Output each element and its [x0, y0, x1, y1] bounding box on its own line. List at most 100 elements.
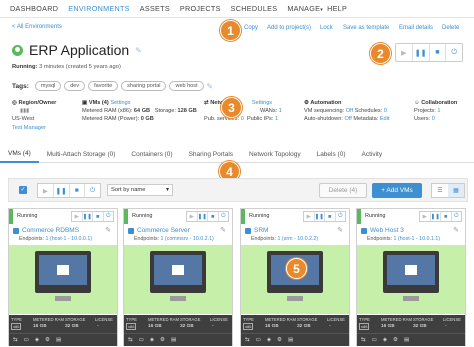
vm-console-thumbnail[interactable] [241, 245, 349, 314]
nav-projects[interactable]: PROJECTS [180, 4, 221, 13]
tab-sharing-portals[interactable]: Sharing Portals [181, 146, 241, 163]
lock-link[interactable]: Lock [320, 25, 333, 31]
tag[interactable]: favorite [88, 81, 119, 91]
more-icon[interactable]: ▤ [171, 337, 176, 343]
nav-manage[interactable]: MANAGE▾ [287, 4, 323, 13]
power-icon[interactable]: ⏻ [452, 212, 462, 221]
tab-vms[interactable]: VMs (4) [0, 146, 39, 163]
nav-environments[interactable]: ENVIRONMENTS [68, 4, 130, 13]
power-icon[interactable]: ⏻ [104, 212, 114, 221]
pause-icon[interactable]: ❚❚ [315, 212, 325, 221]
tab-labels[interactable]: Labels (0) [309, 146, 354, 163]
play-icon[interactable]: ▶ [304, 212, 315, 221]
tag[interactable]: mysql [34, 81, 62, 91]
tag[interactable]: sharing portal [121, 81, 167, 91]
add-vms-button[interactable]: + Add VMs [372, 183, 422, 198]
edit-pencil-icon[interactable]: ✎ [220, 226, 226, 234]
power-icon[interactable]: ⏻ [336, 212, 346, 221]
vm-name[interactable]: Web Host 3 [361, 227, 404, 234]
play-icon[interactable]: ▶ [72, 212, 83, 221]
vm-checkbox[interactable] [13, 227, 19, 234]
stop-icon[interactable]: ■ [208, 212, 219, 221]
power-icon[interactable]: ⏻ [446, 44, 462, 61]
vm-checkbox[interactable] [361, 227, 367, 234]
tab-multi-attach-storage[interactable]: Multi-Attach Storage (0) [39, 146, 124, 163]
stop-icon[interactable]: ■ [93, 212, 104, 221]
vm-name[interactable]: Commerce RDBMS [13, 227, 79, 234]
stop-icon[interactable]: ■ [430, 44, 447, 61]
save-as-template-link[interactable]: Save as template [343, 25, 389, 31]
vms-settings-link[interactable]: Settings [110, 100, 130, 106]
tag[interactable]: dev [64, 81, 86, 91]
tag-icon[interactable]: ◈ [35, 337, 39, 343]
vm-checkbox[interactable] [128, 227, 134, 234]
copy-link[interactable]: Copy [244, 25, 258, 31]
email-details-link[interactable]: Email details [399, 25, 433, 31]
more-icon[interactable]: ▤ [288, 337, 293, 343]
vm-card[interactable]: Running ▶ ❚❚ ■ ⏻ Commerce RDBMS ✎ Endpoints… [8, 208, 118, 346]
delete-link[interactable]: Delete [442, 25, 459, 31]
play-icon[interactable]: ▶ [187, 212, 198, 221]
gear-icon[interactable]: ⚙ [160, 337, 165, 343]
gear-icon[interactable]: ⚙ [277, 337, 282, 343]
disk-icon[interactable]: ▭ [256, 337, 261, 343]
vm-console-thumbnail[interactable] [124, 245, 232, 314]
pause-icon[interactable]: ❚❚ [198, 212, 208, 221]
gear-icon[interactable]: ⚙ [45, 337, 50, 343]
pause-icon[interactable]: ❚❚ [83, 212, 93, 221]
vm-checkbox[interactable] [245, 227, 251, 234]
network-icon[interactable]: ⇆ [128, 337, 133, 343]
more-icon[interactable]: ▤ [404, 337, 409, 343]
pause-icon[interactable]: ❚❚ [54, 184, 70, 197]
tab-activity[interactable]: Activity [353, 146, 390, 163]
network-settings-link[interactable]: Settings [252, 100, 272, 106]
edit-pencil-icon[interactable]: ✎ [337, 226, 343, 234]
vm-card[interactable]: Running ▶ ❚❚ ■ ⏻ Web Host 3 ✎ Endpoints: 1 … [356, 208, 466, 346]
tag-icon[interactable]: ◈ [383, 337, 387, 343]
disk-icon[interactable]: ▭ [24, 337, 29, 343]
pause-icon[interactable]: ❚❚ [431, 212, 441, 221]
play-icon[interactable]: ▶ [420, 212, 431, 221]
nav-help[interactable]: HELP [327, 4, 347, 13]
select-all-checkbox[interactable]: ✓ [19, 186, 27, 194]
vm-card[interactable]: Running ▶ ❚❚ ■ ⏻ Commerce Server ✎ Endpoint… [123, 208, 233, 346]
power-icon[interactable]: ⏻ [85, 184, 100, 197]
stop-icon[interactable]: ■ [325, 212, 336, 221]
stop-icon[interactable]: ■ [441, 212, 452, 221]
grid-view-icon[interactable]: ▦ [448, 184, 464, 197]
edit-pencil-icon[interactable]: ✎ [135, 46, 142, 55]
vm-console-thumbnail[interactable] [357, 245, 465, 314]
back-link[interactable]: < All Environments [12, 24, 62, 30]
nav-assets[interactable]: ASSETS [140, 4, 170, 13]
more-icon[interactable]: ▤ [56, 337, 61, 343]
edit-pencil-icon[interactable]: ✎ [453, 226, 459, 234]
vm-name[interactable]: SRM [245, 227, 268, 234]
disk-icon[interactable]: ▭ [139, 337, 144, 343]
network-icon[interactable]: ⇆ [13, 337, 18, 343]
gear-icon[interactable]: ⚙ [393, 337, 398, 343]
edit-pencil-icon[interactable]: ✎ [105, 226, 111, 234]
vm-name[interactable]: Commerce Server [128, 227, 190, 234]
edit-pencil-icon[interactable]: ✎ [207, 82, 214, 91]
nav-schedules[interactable]: SCHEDULES [231, 4, 278, 13]
play-icon[interactable]: ▶ [38, 184, 54, 197]
tag-icon[interactable]: ◈ [150, 337, 154, 343]
tab-network-topology[interactable]: Network Topology [241, 146, 309, 163]
vm-console-thumbnail[interactable] [9, 245, 117, 314]
disk-icon[interactable]: ▭ [372, 337, 377, 343]
play-icon[interactable]: ▶ [396, 44, 413, 61]
stop-icon[interactable]: ■ [70, 184, 86, 197]
delete-vms-button[interactable]: Delete (4) [319, 183, 367, 198]
tab-containers[interactable]: Containers (0) [123, 146, 180, 163]
tag-icon[interactable]: ◈ [267, 337, 271, 343]
network-icon[interactable]: ⇆ [361, 337, 366, 343]
nav-dashboard[interactable]: DASHBOARD [10, 4, 58, 13]
add-to-projects-link[interactable]: Add to project(s) [267, 25, 311, 31]
power-icon[interactable]: ⏻ [219, 212, 229, 221]
list-view-icon[interactable]: ☰ [432, 184, 448, 197]
tag[interactable]: web host [169, 81, 204, 91]
pause-icon[interactable]: ❚❚ [413, 44, 430, 61]
network-icon[interactable]: ⇆ [245, 337, 250, 343]
owner-link[interactable]: Test Manager [12, 124, 56, 132]
sort-select[interactable]: Sort by name [107, 184, 173, 196]
